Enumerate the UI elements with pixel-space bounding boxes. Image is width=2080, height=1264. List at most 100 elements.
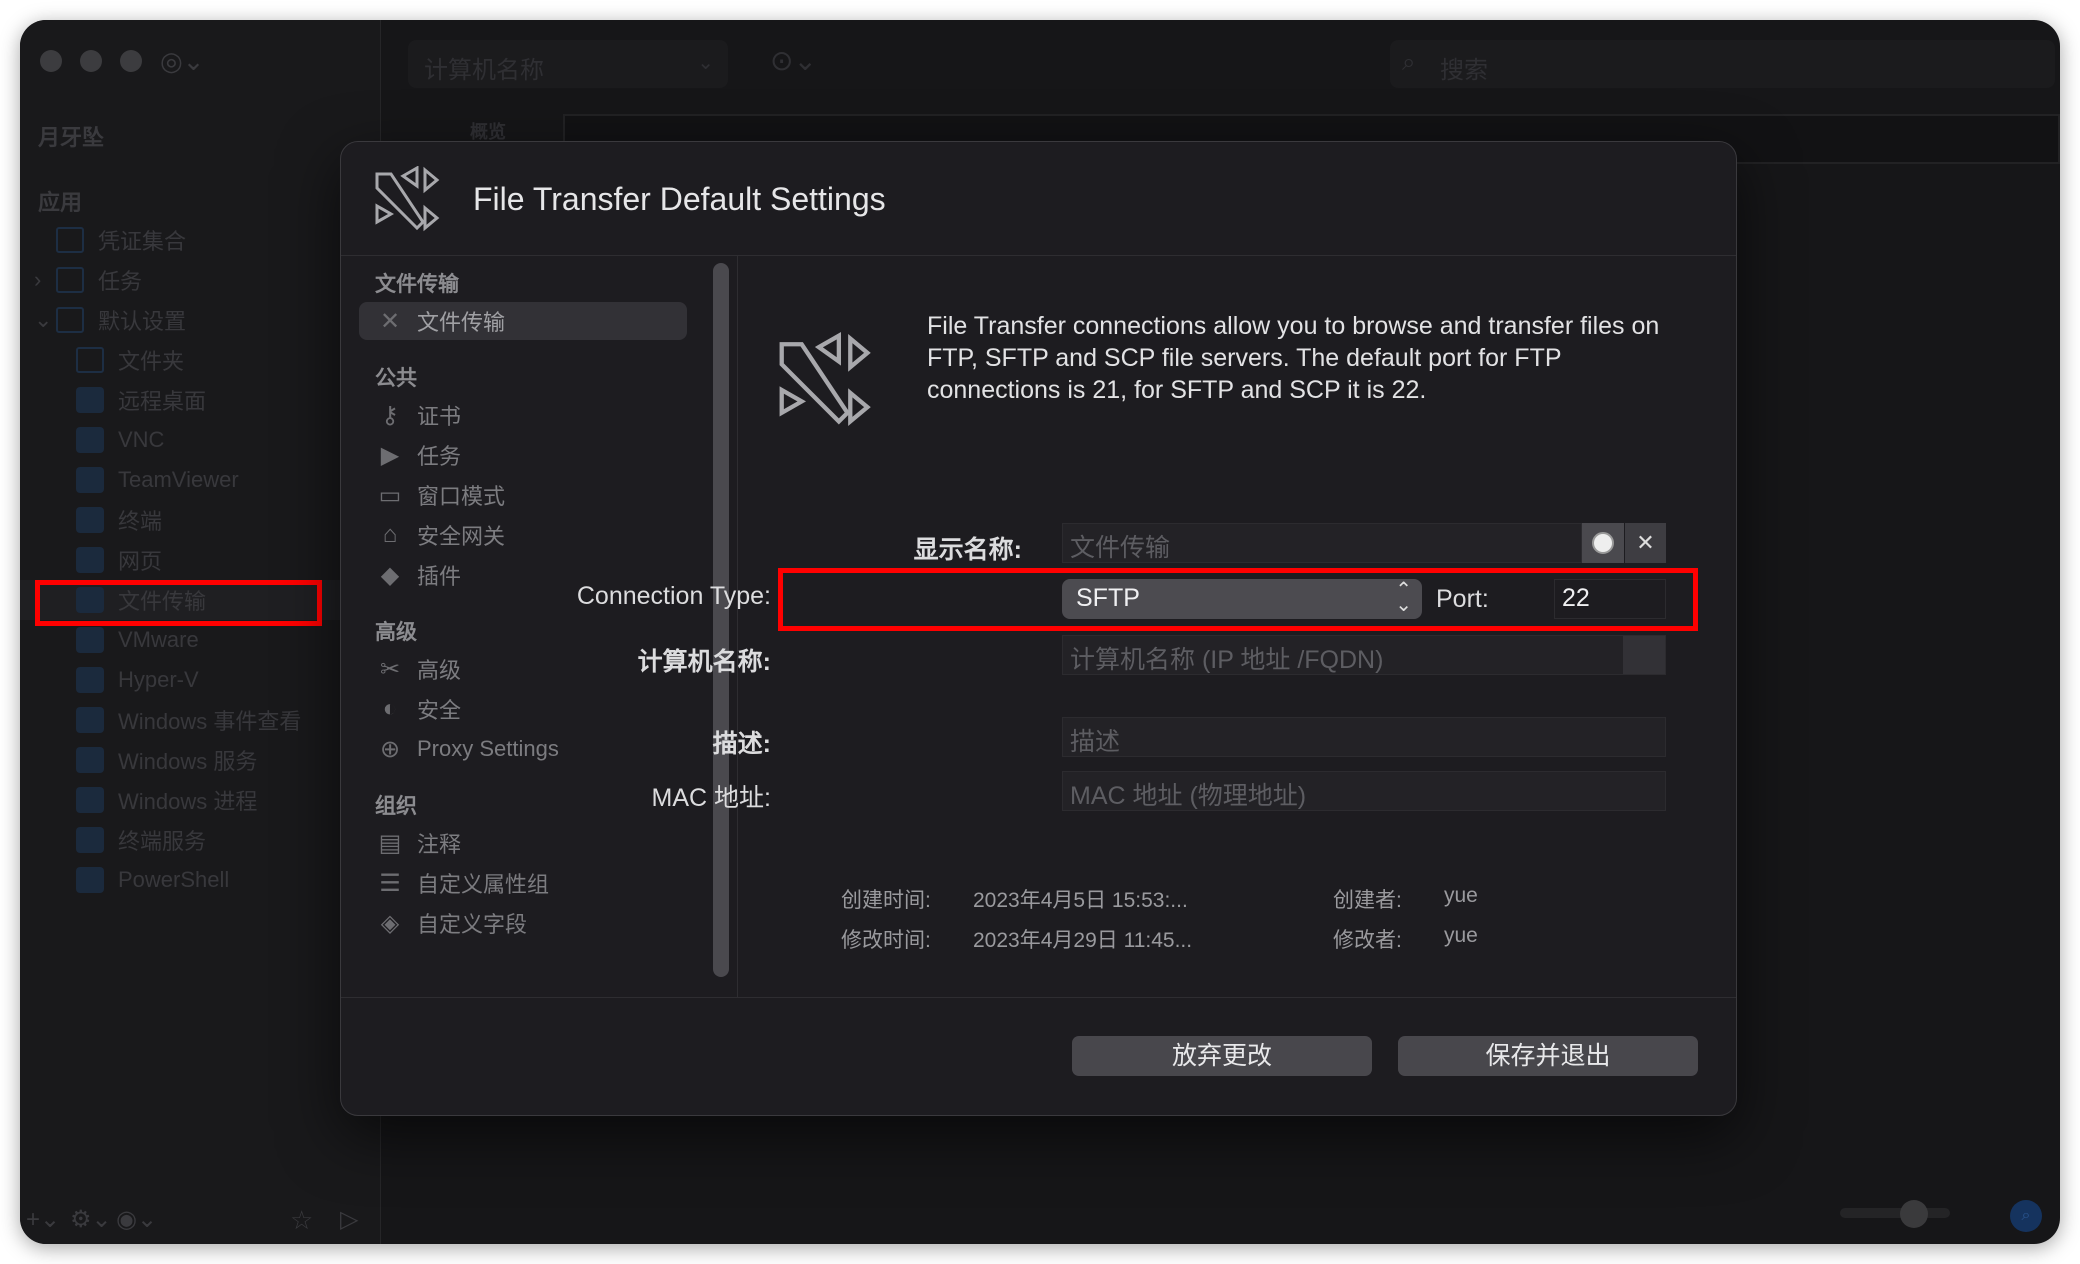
nav-item[interactable]: ◈ 自定义字段 (359, 904, 687, 942)
minimize-button[interactable] (80, 50, 102, 72)
folder-icon (56, 267, 84, 293)
close-button[interactable] (40, 50, 62, 72)
nav-item-label: 插件 (417, 564, 462, 589)
sidebar-item[interactable]: › 任务 (20, 260, 381, 300)
display-name-input[interactable]: 文件传输 (1062, 523, 1582, 563)
modifier-label: 修改者: (1333, 929, 1402, 952)
dialog-title: File Transfer Default Settings (473, 181, 886, 217)
zoom-button[interactable] (120, 50, 142, 72)
sidebar-item[interactable]: 凭证集合 (20, 220, 381, 260)
sidebar-item[interactable]: 远程桌面 (20, 380, 381, 420)
window-icon: ▭ (378, 481, 402, 509)
tools-icon: ✂ (379, 655, 401, 683)
computer-name-combo[interactable]: 计算机名称 ⌄ (408, 40, 728, 88)
document-title: 月牙坠 (38, 125, 105, 150)
chevron-right-icon[interactable]: › (34, 267, 41, 293)
creator-value: yue (1444, 884, 1478, 907)
highlight-box (35, 580, 322, 626)
computer-picker-button[interactable] (1623, 636, 1665, 674)
computer-name-input[interactable]: 计算机名称 (IP 地址 /FQDN) (1062, 635, 1666, 675)
zoom-slider[interactable] (1840, 1208, 1950, 1218)
sidebar-item[interactable]: 终端服务 (20, 820, 381, 860)
chevron-down-icon[interactable]: ⌄ (697, 50, 714, 75)
sidebar-item[interactable]: PowerShell (20, 860, 381, 900)
nav-item[interactable]: ◆ 插件 (359, 556, 687, 594)
search-icon: ⌕ (1402, 49, 1416, 76)
nav-item-label: 注释 (417, 832, 462, 857)
play-menu-icon[interactable]: ⊙⌄ (770, 44, 817, 77)
nav-item-label: 证书 (417, 404, 462, 429)
sidebar-item[interactable]: VNC (20, 420, 381, 460)
file-transfer-icon (779, 332, 871, 427)
section-heading: 应用 (38, 190, 83, 215)
nav-item[interactable]: ⊕ Proxy Settings (359, 730, 687, 768)
search-icon[interactable]: ⌕ (2010, 1200, 2042, 1232)
nav-item[interactable]: ⌂ 安全网关 (359, 516, 687, 554)
icon-picker-button[interactable]: ✕ (1625, 523, 1666, 563)
tasks-icon: ▶ (380, 441, 400, 469)
nav-item-label: 文件传输 (417, 310, 506, 335)
save-exit-button[interactable]: 保存并退出 (1398, 1036, 1698, 1076)
sidebar-item[interactable]: Hyper-V (20, 660, 381, 700)
sidebar-item[interactable]: Windows 进程 (20, 780, 381, 820)
cube-icon (76, 787, 104, 813)
cube-icon (76, 467, 104, 493)
mac-input[interactable]: MAC 地址 (物理地址) (1062, 771, 1666, 811)
description-input[interactable]: 描述 (1062, 717, 1666, 757)
folder-icon (76, 347, 104, 373)
nav-item[interactable]: ⚷ 证书 (359, 396, 687, 434)
slider-handle[interactable] (1900, 1200, 1928, 1228)
nav-item-label: Proxy Settings (417, 736, 559, 761)
star-icon[interactable]: ☆ (290, 1205, 313, 1236)
nav-item[interactable]: ▭ 窗口模式 (359, 476, 687, 514)
modified-label: 修改时间: (841, 929, 931, 952)
key-icon: ⚷ (381, 401, 399, 429)
nav-section-heading: 公共 (375, 367, 417, 390)
settings-dialog: File Transfer Default Settings File Tran… (340, 141, 1737, 1116)
sidebar-item[interactable]: 文件夹 (20, 340, 381, 380)
sidebar-item-label: Windows 进程 (118, 789, 258, 814)
nav-scrollbar[interactable] (713, 263, 729, 977)
sidebar-item[interactable]: ⌄ 默认设置 (20, 300, 381, 340)
nav-item-label: 窗口模式 (417, 484, 506, 509)
document-icon: ▤ (378, 829, 402, 857)
list-icon: ☰ (379, 869, 401, 897)
modified-value: 2023年4月29日 11:45... (973, 929, 1193, 952)
nav-item[interactable]: ✕ 文件传输 (359, 302, 687, 340)
sidebar-item[interactable]: TeamViewer (20, 460, 381, 500)
cube-icon (76, 667, 104, 693)
created-value: 2023年4月5日 15:53:... (973, 889, 1188, 912)
sidebar-item[interactable]: Windows 事件查看 (20, 700, 381, 740)
discard-button[interactable]: 放弃更改 (1072, 1036, 1372, 1076)
shield-icon: ◐ (382, 695, 398, 722)
sidebar-item-label: VMware (118, 627, 199, 652)
cube-icon (76, 747, 104, 773)
folder-icon (56, 307, 84, 333)
sidebar-item[interactable]: VMware (20, 620, 381, 660)
gear-icon[interactable]: ⚙⌄ (70, 1205, 112, 1234)
divider (737, 256, 738, 998)
nav-item[interactable]: ▶ 任务 (359, 436, 687, 474)
nav-item[interactable]: ✂ 高级 (359, 650, 687, 688)
play-icon[interactable]: ▷ (340, 1205, 358, 1234)
sidebar-item-label: Hyper-V (118, 667, 199, 692)
file-transfer-icon: ✕ (379, 307, 401, 335)
add-icon[interactable]: +⌄ (26, 1205, 60, 1234)
chevron-down-icon[interactable]: ⌄ (34, 307, 52, 333)
color-toggle[interactable] (1582, 523, 1624, 563)
modifier-value: yue (1444, 924, 1478, 947)
highlight-box (778, 568, 1698, 631)
display-name-label: 显示名称: (913, 536, 1022, 564)
description-text: File Transfer connections allow you to b… (927, 312, 1660, 404)
nav-item[interactable]: ◐ 安全 (359, 690, 687, 728)
nav-item[interactable]: ☰ 自定义属性组 (359, 864, 687, 902)
cube-icon (76, 827, 104, 853)
sidebar-item[interactable]: 网页 (20, 540, 381, 580)
sidebar-item[interactable]: 终端 (20, 500, 381, 540)
sidebar-item[interactable]: Windows 服务 (20, 740, 381, 780)
tag-icon: ◈ (380, 909, 400, 937)
user-icon[interactable]: ◉⌄ (116, 1205, 157, 1234)
nav-item[interactable]: ▤ 注释 (359, 824, 687, 862)
search-field[interactable]: ⌕ 搜索 (1390, 40, 2055, 88)
connect-icon[interactable]: ◎⌄ (160, 46, 204, 77)
